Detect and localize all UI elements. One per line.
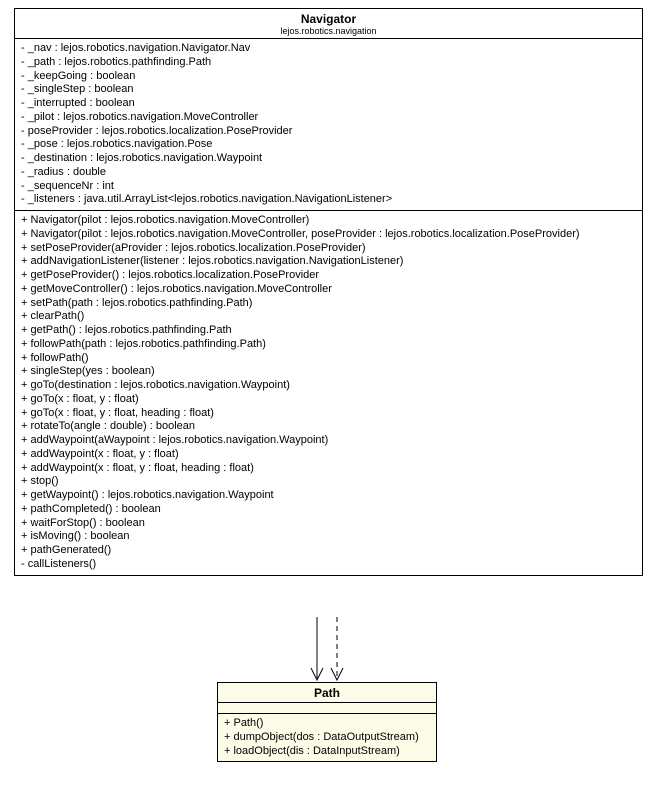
method-row: + getMoveController() : lejos.robotics.n… xyxy=(21,283,636,297)
method-row: + getPoseProvider() : lejos.robotics.loc… xyxy=(21,269,636,283)
method-row: + goTo(x : float, y : float) xyxy=(21,393,636,407)
method-row: + clearPath() xyxy=(21,310,636,324)
method-row: + addWaypoint(aWaypoint : lejos.robotics… xyxy=(21,434,636,448)
method-row: + Navigator(pilot : lejos.robotics.navig… xyxy=(21,214,636,228)
uml-title: Navigator lejos.robotics.navigation xyxy=(15,9,642,39)
uml-class-navigator: Navigator lejos.robotics.navigation - _n… xyxy=(14,8,643,576)
method-row: + waitForStop() : boolean xyxy=(21,517,636,531)
method-row: + pathCompleted() : boolean xyxy=(21,503,636,517)
field-row: - _sequenceNr : int xyxy=(21,180,636,194)
field-row: - _destination : lejos.robotics.navigati… xyxy=(21,152,636,166)
package: lejos.robotics.navigation xyxy=(23,26,634,36)
field-row: - _path : lejos.robotics.pathfinding.Pat… xyxy=(21,56,636,70)
method-row: + getPath() : lejos.robotics.pathfinding… xyxy=(21,324,636,338)
field-row: - _pilot : lejos.robotics.navigation.Mov… xyxy=(21,111,636,125)
method-row: + goTo(x : float, y : float, heading : f… xyxy=(21,407,636,421)
fields-section xyxy=(218,703,436,714)
method-row: + getWaypoint() : lejos.robotics.navigat… xyxy=(21,489,636,503)
field-row: - _singleStep : boolean xyxy=(21,83,636,97)
field-row: - _listeners : java.util.ArrayList<lejos… xyxy=(21,193,636,207)
classname: Path xyxy=(226,686,428,700)
uml-class-path: Path + Path()+ dumpObject(dos : DataOutp… xyxy=(217,682,437,762)
uml-title: Path xyxy=(218,683,436,703)
method-row: + followPath(path : lejos.robotics.pathf… xyxy=(21,338,636,352)
field-row: - _nav : lejos.robotics.navigation.Navig… xyxy=(21,42,636,56)
classname: Navigator xyxy=(23,12,634,26)
field-row: - poseProvider : lejos.robotics.localiza… xyxy=(21,125,636,139)
method-row: + Navigator(pilot : lejos.robotics.navig… xyxy=(21,228,636,242)
method-row: + addWaypoint(x : float, y : float) xyxy=(21,448,636,462)
method-row: + rotateTo(angle : double) : boolean xyxy=(21,420,636,434)
method-row: + goTo(destination : lejos.robotics.navi… xyxy=(21,379,636,393)
field-row: - _keepGoing : boolean xyxy=(21,70,636,84)
method-row: + setPoseProvider(aProvider : lejos.robo… xyxy=(21,242,636,256)
methods-section: + Navigator(pilot : lejos.robotics.navig… xyxy=(15,211,642,575)
methods-section: + Path()+ dumpObject(dos : DataOutputStr… xyxy=(218,714,436,761)
method-row: + Path() xyxy=(224,717,430,731)
method-row: + dumpObject(dos : DataOutputStream) xyxy=(224,731,430,745)
method-row: + stop() xyxy=(21,475,636,489)
method-row: + singleStep(yes : boolean) xyxy=(21,365,636,379)
field-row: - _pose : lejos.robotics.navigation.Pose xyxy=(21,138,636,152)
method-row: + addWaypoint(x : float, y : float, head… xyxy=(21,462,636,476)
method-row: + followPath() xyxy=(21,352,636,366)
method-row: + pathGenerated() xyxy=(21,544,636,558)
method-row: + setPath(path : lejos.robotics.pathfind… xyxy=(21,297,636,311)
field-row: - _interrupted : boolean xyxy=(21,97,636,111)
method-row: + addNavigationListener(listener : lejos… xyxy=(21,255,636,269)
method-row: - callListeners() xyxy=(21,558,636,572)
field-row: - _radius : double xyxy=(21,166,636,180)
fields-section: - _nav : lejos.robotics.navigation.Navig… xyxy=(15,39,642,211)
method-row: + loadObject(dis : DataInputStream) xyxy=(224,745,430,759)
method-row: + isMoving() : boolean xyxy=(21,530,636,544)
